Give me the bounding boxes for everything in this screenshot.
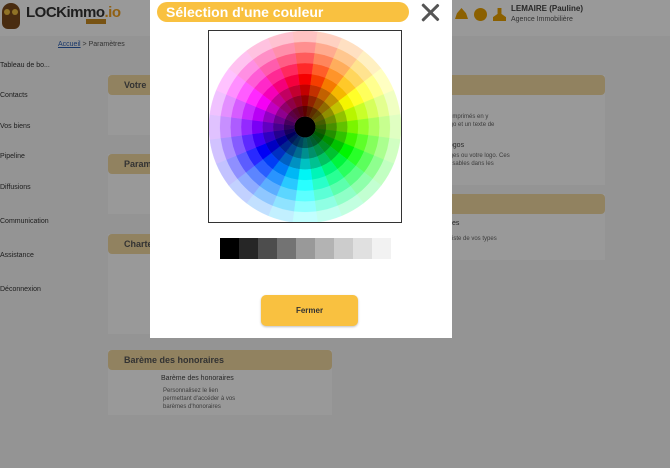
color-cell[interactable]: [240, 118, 253, 136]
color-cell[interactable]: [295, 190, 315, 202]
gray-swatch[interactable]: [277, 238, 296, 259]
color-cell[interactable]: [262, 121, 274, 133]
color-cell[interactable]: [296, 179, 314, 192]
gray-swatch[interactable]: [372, 238, 391, 259]
color-cell[interactable]: [357, 118, 370, 136]
color-cell[interactable]: [251, 119, 263, 135]
color-wheel[interactable]: [209, 31, 401, 222]
color-cell[interactable]: [296, 62, 314, 75]
color-cell[interactable]: [292, 211, 318, 222]
color-cell[interactable]: [299, 84, 311, 96]
color-cell[interactable]: [293, 200, 317, 213]
color-cell[interactable]: [336, 121, 348, 133]
color-cell[interactable]: [297, 169, 313, 181]
color-cell[interactable]: [209, 114, 221, 140]
gray-swatch[interactable]: [296, 238, 315, 259]
modal-title: Sélection d'une couleur: [157, 2, 409, 22]
gray-swatch[interactable]: [239, 238, 258, 259]
gray-swatch[interactable]: [220, 238, 239, 259]
gray-swatch[interactable]: [334, 238, 353, 259]
color-cell[interactable]: [297, 73, 313, 85]
color-picker-modal: Sélection d'une couleur Fermer: [150, 0, 452, 338]
color-cell[interactable]: [299, 158, 311, 170]
color-cell[interactable]: [292, 31, 318, 43]
color-wheel-frame: [208, 30, 402, 223]
gray-swatch[interactable]: [258, 238, 277, 259]
color-cell[interactable]: [230, 117, 242, 137]
close-button[interactable]: Fermer: [261, 295, 358, 326]
color-cell[interactable]: [378, 115, 391, 139]
color-cell[interactable]: [347, 119, 359, 135]
color-cell[interactable]: [219, 115, 232, 139]
color-cell[interactable]: [389, 114, 401, 140]
gray-swatch-row: [220, 238, 391, 259]
close-icon[interactable]: [420, 2, 440, 22]
gray-swatch[interactable]: [353, 238, 372, 259]
gray-swatch[interactable]: [315, 238, 334, 259]
color-cell[interactable]: [293, 41, 317, 54]
color-cell[interactable]: [295, 52, 315, 64]
color-cell[interactable]: [368, 117, 380, 137]
